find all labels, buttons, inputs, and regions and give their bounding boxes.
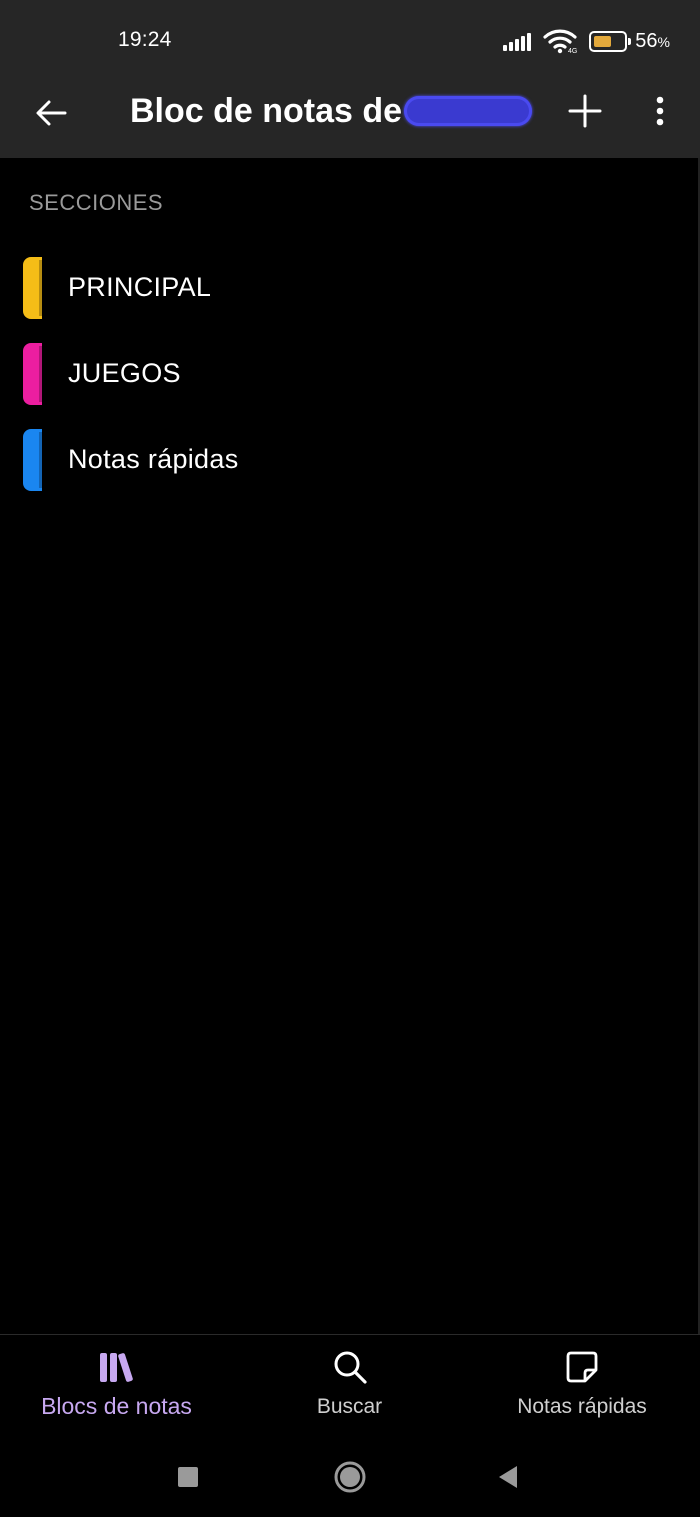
add-icon	[568, 94, 602, 128]
section-label: JUEGOS	[68, 358, 181, 388]
sections-header: SECCIONES	[29, 190, 164, 215]
nav-label: Notas rápidas	[517, 1395, 647, 1418]
section-item-juegos[interactable]: JUEGOS	[0, 331, 698, 415]
nav-item-sticky-notes[interactable]: Notas rápidas	[466, 1335, 698, 1435]
signal-icon	[503, 31, 533, 51]
nav-item-notebooks[interactable]: Blocs de notas	[0, 1335, 233, 1435]
home-button[interactable]	[325, 1452, 375, 1502]
section-label: PRINCIPAL	[68, 272, 212, 302]
back-arrow-icon	[36, 100, 67, 126]
section-color-tab	[23, 429, 42, 491]
section-label: Notas rápidas	[68, 444, 239, 474]
system-nav-bar	[0, 1434, 700, 1517]
add-section-button[interactable]	[562, 88, 608, 134]
system-back-button[interactable]	[483, 1452, 533, 1502]
page-title-text: Bloc de notas de	[130, 91, 403, 130]
bottom-nav: Blocs de notas Buscar Notas rápidas	[0, 1334, 700, 1434]
battery-percent: 56%	[635, 29, 670, 52]
nav-label: Buscar	[316, 1395, 383, 1418]
wifi-icon: 4G	[543, 29, 577, 54]
page-title: Bloc de notas de	[130, 90, 533, 132]
app-bar: Bloc de notas de	[0, 80, 700, 158]
section-color-tab	[23, 257, 42, 319]
svg-text:4G: 4G	[568, 48, 577, 54]
section-item-principal[interactable]: PRINCIPAL	[0, 245, 698, 329]
nav-item-search[interactable]: Buscar	[233, 1335, 466, 1435]
back-triangle-icon	[499, 1466, 517, 1488]
status-time: 19:24	[118, 28, 172, 51]
notebooks-icon	[99, 1353, 133, 1382]
status-icons: 4G 56%	[503, 26, 670, 56]
home-circle-icon	[334, 1461, 366, 1493]
recents-button[interactable]	[163, 1452, 213, 1502]
section-color-tab	[23, 343, 42, 405]
more-vert-icon	[656, 96, 664, 126]
sticky-note-icon	[566, 1351, 598, 1383]
search-icon	[334, 1351, 367, 1384]
nav-label: Blocs de notas	[41, 1393, 192, 1419]
section-item-notas-rapidas[interactable]: Notas rápidas	[0, 417, 698, 501]
back-button[interactable]	[28, 90, 74, 136]
battery-icon	[589, 30, 632, 52]
recents-square-icon	[178, 1467, 198, 1487]
status-bar: 19:24 4G 56%	[0, 0, 700, 80]
more-options-button[interactable]	[640, 88, 680, 134]
redaction-mark	[404, 96, 533, 126]
sections-panel: SECCIONES PRINCIPAL JUEGOS Notas rápidas	[0, 158, 700, 1334]
